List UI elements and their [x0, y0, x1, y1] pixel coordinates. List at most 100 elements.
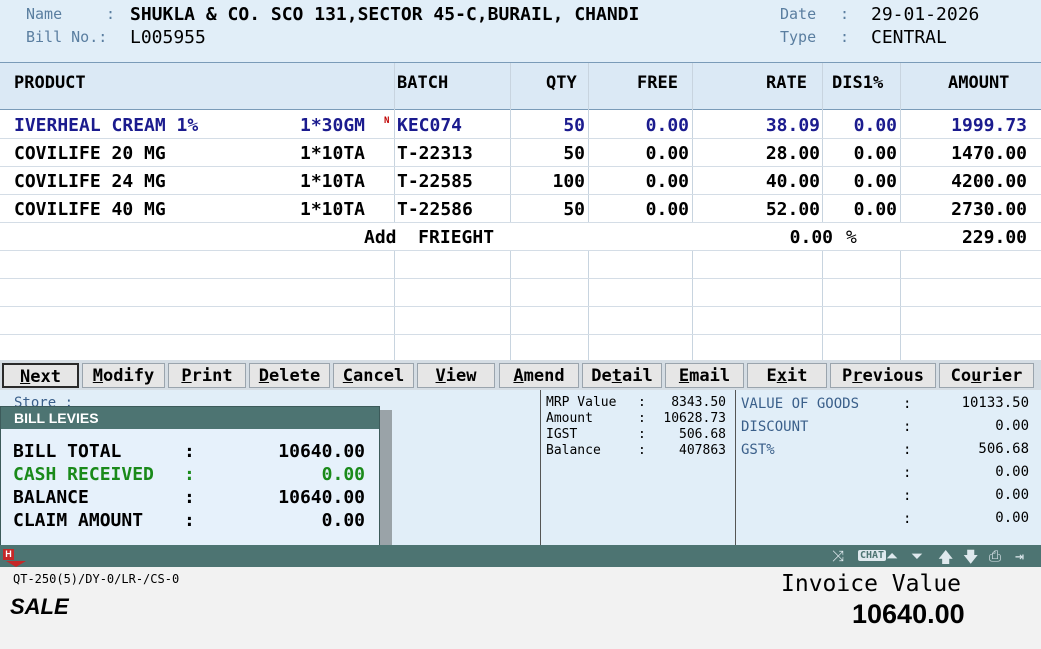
- table-header: PRODUCT BATCH QTY FREE RATE DIS1% AMOUNT: [0, 63, 1041, 110]
- amount-cell: 2730.00: [951, 199, 1027, 220]
- qty-cell: 100: [552, 171, 585, 192]
- levies-title-bar: BILL LEVIES: [1, 407, 379, 429]
- type-label: Type: [780, 28, 817, 46]
- exit-button[interactable]: Exit: [747, 363, 827, 388]
- next-button[interactable]: Next: [2, 363, 79, 388]
- mrp-value: 8343.50: [671, 395, 726, 410]
- move-bottom-icon[interactable]: ⏷: [911, 547, 923, 565]
- igst-label: IGST: [546, 427, 578, 442]
- batch-cell: T-22586: [397, 199, 473, 220]
- pack-cell: 1*10TA: [300, 199, 366, 220]
- date-label: Date: [780, 5, 817, 23]
- col-rate: RATE: [766, 73, 807, 93]
- cash-received-value[interactable]: 0.00: [322, 464, 365, 485]
- status-bar: H ⤨ CHAT ⏶ ⏷ 🡅 🡇 ⎙ ⇥: [0, 545, 1041, 567]
- chat-icon[interactable]: CHAT: [858, 550, 887, 561]
- col-dis: DIS1%: [832, 73, 884, 93]
- qty-cell: 50: [563, 199, 585, 220]
- bill-total-label: BILL TOTAL: [13, 441, 122, 462]
- qty-cell: 50: [563, 115, 585, 136]
- table-row[interactable]: COVILIFE 20 MG 1*10TA T-22313 50 0.00 28…: [0, 138, 1041, 166]
- freight-label: Add FRIEGHT: [364, 227, 495, 248]
- value-of-goods-label: VALUE OF GOODS: [741, 396, 860, 412]
- product-cell: COVILIFE 20 MG: [14, 143, 166, 164]
- printer-icon[interactable]: ⎙: [989, 547, 1001, 565]
- courier-button[interactable]: Courier: [939, 363, 1034, 388]
- rate-cell: 38.09: [765, 115, 820, 136]
- freight-percent: 0.00: [789, 227, 833, 248]
- freight-row[interactable]: Add FRIEGHT 0.00 % 229.00: [0, 223, 1041, 250]
- action-toolbar: Next Modify Print Delete Cancel View Ame…: [0, 360, 1041, 390]
- rate-cell: 28.00: [765, 143, 820, 164]
- help-icon[interactable]: H: [3, 549, 14, 560]
- value-of-goods-value: 10133.50: [961, 395, 1029, 411]
- product-cell: COVILIFE 24 MG: [14, 171, 166, 192]
- detail-button[interactable]: Detail: [582, 363, 662, 388]
- pack-cell: 1*30GM: [300, 115, 366, 136]
- bill-levies-panel: BILL LEVIES BILL TOTAL : 10640.00 CASH R…: [0, 406, 380, 546]
- party-name-field[interactable]: SHUKLA & CO. SCO 131,SECTOR 45-C,BURAIL,…: [130, 4, 639, 25]
- delete-button[interactable]: Delete: [249, 363, 330, 388]
- claim-amount-value[interactable]: 0.00: [322, 510, 365, 531]
- claim-amount-label: CLAIM AMOUNT: [13, 510, 144, 531]
- row-divider: [0, 278, 1041, 279]
- balance-value: 10640.00: [278, 487, 365, 508]
- free-cell: 0.00: [645, 115, 689, 136]
- percent-sign: %: [846, 227, 857, 248]
- shuffle-icon[interactable]: ⤨: [832, 547, 844, 565]
- discount-label: DISCOUNT: [741, 419, 809, 435]
- divider: [540, 390, 541, 545]
- col-product: PRODUCT: [14, 73, 86, 93]
- email-button[interactable]: Email: [665, 363, 744, 388]
- dis-cell: 0.00: [853, 171, 897, 192]
- row-divider: [0, 334, 1041, 335]
- product-cell: COVILIFE 40 MG: [14, 199, 166, 220]
- igst-value: 506.68: [679, 427, 726, 442]
- product-cell: IVERHEAL CREAM 1%: [14, 115, 199, 136]
- date-field[interactable]: 29-01-2026: [871, 4, 979, 25]
- row-divider: [0, 306, 1041, 307]
- pack-cell: 1*10TA: [300, 143, 366, 164]
- bill-header: Name : SHUKLA & CO. SCO 131,SECTOR 45-C,…: [0, 0, 1041, 62]
- amount-cell: 1470.00: [951, 143, 1027, 164]
- table-row[interactable]: COVILIFE 40 MG 1*10TA T-22586 50 0.00 52…: [0, 194, 1041, 222]
- amend-button[interactable]: Amend: [499, 363, 579, 388]
- footer: QT-250(5)/DY-0/LR-/CS-0 SALE Invoice Val…: [0, 567, 1041, 649]
- total-extra-3: 0.00: [995, 510, 1029, 526]
- amount-label: Amount: [546, 411, 593, 426]
- move-top-icon[interactable]: ⏶: [886, 547, 898, 565]
- bill-total-value: 10640.00: [278, 441, 365, 462]
- freight-amount: 229.00: [961, 227, 1027, 248]
- divider: [735, 390, 736, 545]
- cash-received-label: CASH RECEIVED: [13, 464, 154, 485]
- table-row[interactable]: IVERHEAL CREAM 1% 1*30GM N KEC074 50 0.0…: [0, 110, 1041, 138]
- view-button[interactable]: View: [417, 363, 495, 388]
- previous-button[interactable]: Previous: [830, 363, 936, 388]
- balance-label: Balance: [546, 443, 601, 458]
- rate-cell: 52.00: [765, 199, 820, 220]
- table-row[interactable]: COVILIFE 24 MG 1*10TA T-22585 100 0.00 4…: [0, 166, 1041, 194]
- invoice-value-label: Invoice Value: [781, 571, 962, 597]
- type-field[interactable]: CENTRAL: [871, 27, 947, 48]
- balance-label: BALANCE: [13, 487, 89, 508]
- type-sep: :: [840, 28, 850, 46]
- cancel-button[interactable]: Cancel: [333, 363, 414, 388]
- total-extra-1: 0.00: [995, 464, 1029, 480]
- mrp-label: MRP Value: [546, 395, 617, 410]
- dis-cell: 0.00: [853, 143, 897, 164]
- exit-door-icon[interactable]: ⇥: [1015, 547, 1024, 565]
- rate-cell: 40.00: [765, 171, 820, 192]
- amount-cell: 4200.00: [951, 171, 1027, 192]
- col-batch: BATCH: [397, 73, 449, 93]
- amount-value: 10628.73: [663, 411, 726, 426]
- invoice-value: 10640.00: [852, 599, 965, 629]
- name-sep: :: [106, 5, 116, 23]
- modify-button[interactable]: Modify: [82, 363, 165, 388]
- print-button[interactable]: Print: [168, 363, 246, 388]
- dis-cell: 0.00: [853, 115, 897, 136]
- gst-value: 506.68: [978, 441, 1029, 457]
- batch-cell: T-22313: [397, 143, 473, 164]
- free-cell: 0.00: [645, 143, 689, 164]
- bill-no-field[interactable]: L005955: [130, 27, 206, 48]
- col-amount: AMOUNT: [948, 73, 1010, 93]
